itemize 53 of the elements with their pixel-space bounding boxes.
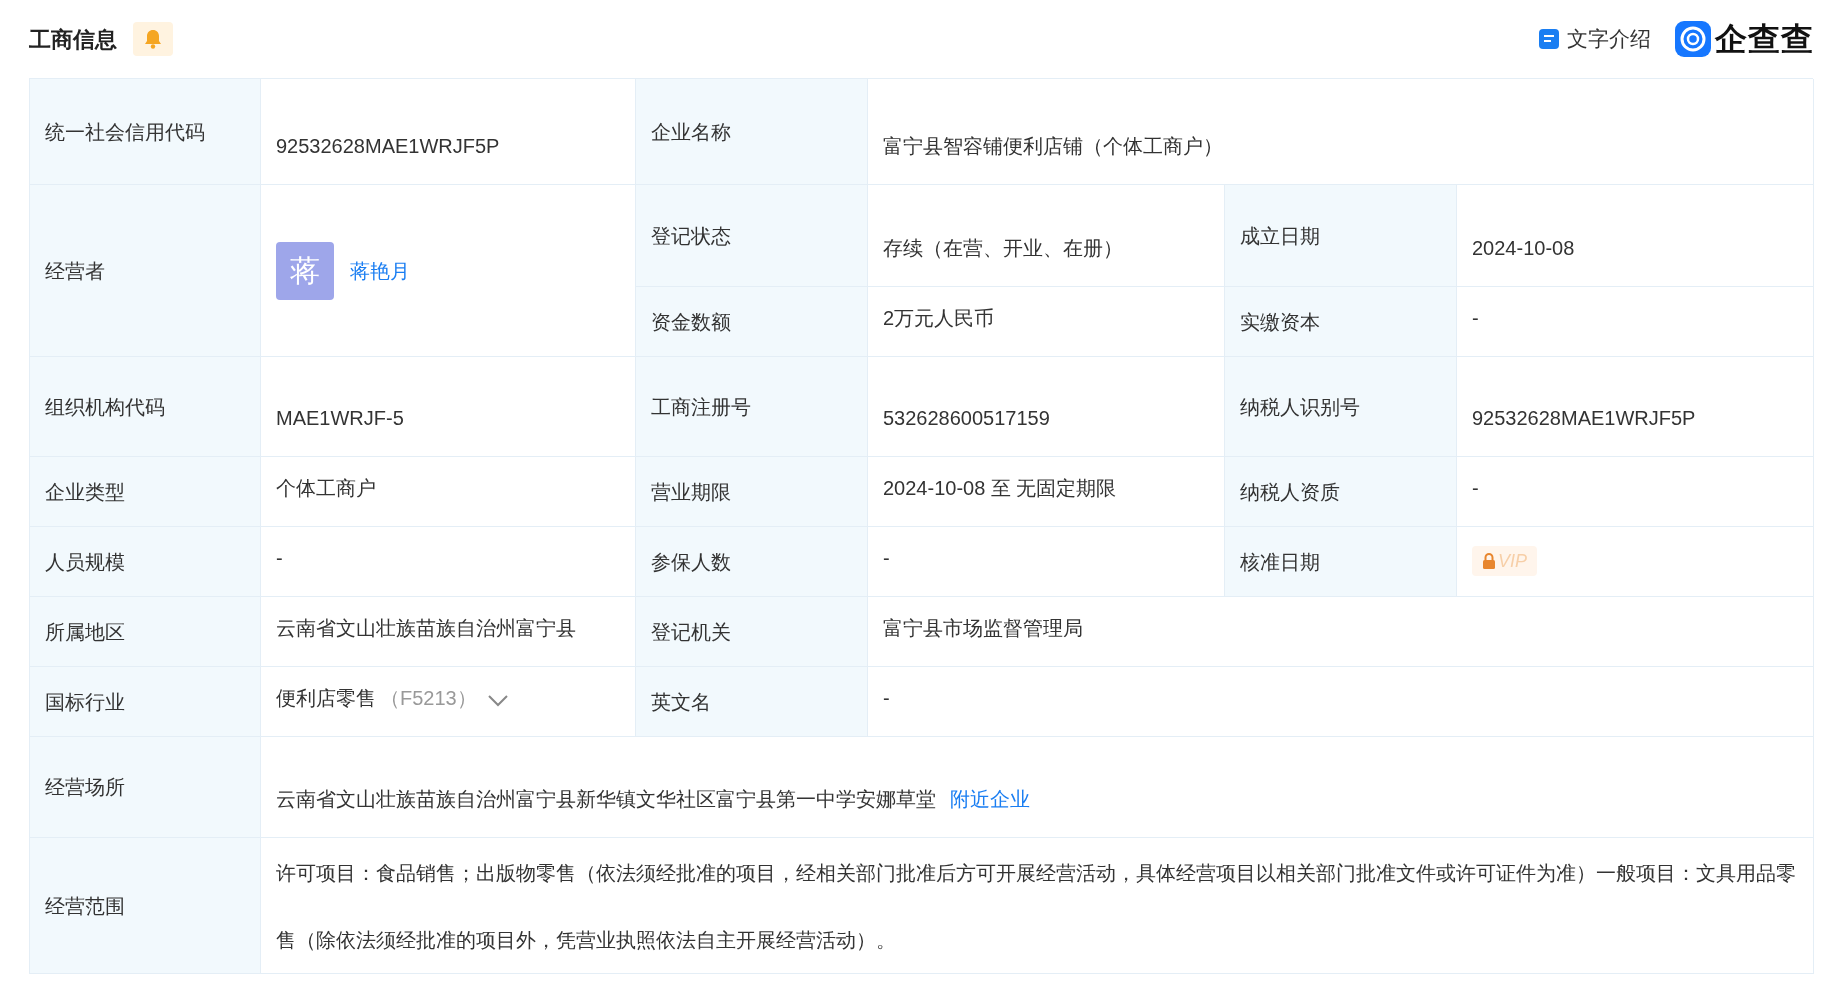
field-label: 营业期限	[651, 479, 731, 505]
avatar: 蒋	[276, 241, 334, 300]
field-value: -	[883, 546, 890, 571]
field-value: 云南省文山壮族苗族自治州富宁县	[276, 616, 576, 641]
field-label: 资金数额	[651, 309, 731, 335]
field-label: 登记机关	[651, 619, 731, 645]
field-label: 企业名称	[651, 119, 731, 145]
document-icon	[1539, 29, 1559, 49]
field-label: 人员规模	[45, 549, 125, 575]
field-label: 实缴资本	[1240, 309, 1320, 335]
field-label: 登记状态	[651, 223, 731, 249]
field-label: 经营场所	[45, 775, 125, 800]
field-value: 存续（在营、开业、在册）	[883, 236, 1123, 261]
field-label: 工商注册号	[651, 394, 751, 420]
field-value: 便利店零售	[276, 686, 376, 711]
chevron-down-icon[interactable]	[486, 694, 509, 708]
bell-icon[interactable]	[133, 22, 173, 56]
field-label: 统一社会信用代码	[45, 119, 205, 145]
field-value: 云南省文山壮族苗族自治州富宁县新华镇文华社区富宁县第一中学安娜草堂	[276, 787, 936, 812]
field-label: 企业类型	[45, 479, 125, 505]
field-label: 英文名	[651, 689, 711, 715]
field-value: -	[276, 546, 283, 571]
text-intro-link[interactable]: 文字介绍	[1539, 23, 1651, 55]
field-value: 富宁县智容铺便利店铺（个体工商户）	[883, 134, 1223, 159]
field-value: 92532628MAE1WRJF5P	[1472, 406, 1696, 431]
field-label: 核准日期	[1240, 549, 1320, 575]
field-label: 纳税人识别号	[1240, 394, 1360, 420]
field-value: 个体工商户	[276, 476, 376, 501]
field-value: 2024-10-08	[1472, 236, 1575, 261]
field-label: 成立日期	[1240, 223, 1320, 249]
logo-text: 企查查	[1715, 20, 1814, 59]
field-label: 纳税人资质	[1240, 479, 1340, 505]
field-value: 2万元人民币	[883, 306, 995, 331]
nearby-link[interactable]: 附近企业	[950, 784, 1030, 814]
field-label: 经营范围	[45, 893, 125, 919]
field-value: 许可项目：食品销售；出版物零售（依法须经批准的项目，经相关部门批准后方可开展经营活动，具体经营项目以相关部门批准文件或许可证件为准）一般项目：文具用品零售（除依法须经批准的项目外，凭营业执照依法自主开展经营活动）。	[276, 861, 1797, 953]
field-label: 组织机构代码	[45, 394, 165, 420]
field-value: -	[1472, 306, 1479, 331]
field-value: MAE1WRJF-5	[276, 406, 404, 431]
field-value: 2024-10-08 至 无固定期限	[883, 476, 1117, 501]
field-value: 富宁县市场监督管理局	[883, 616, 1083, 641]
field-value: -	[1472, 476, 1479, 501]
field-label: 经营者	[45, 258, 105, 284]
field-value: 92532628MAE1WRJF5P	[276, 134, 500, 159]
section-title: 工商信息	[29, 25, 117, 54]
field-value: 532628600517159	[883, 406, 1050, 431]
industry-code: （F5213）	[380, 686, 477, 711]
field-label: 所属地区	[45, 619, 125, 645]
logo-icon	[1675, 21, 1711, 57]
field-label: 国标行业	[45, 689, 125, 715]
field-value: -	[883, 686, 890, 711]
field-label: 参保人数	[651, 549, 731, 575]
person-link[interactable]: 蒋艳月	[350, 255, 410, 286]
